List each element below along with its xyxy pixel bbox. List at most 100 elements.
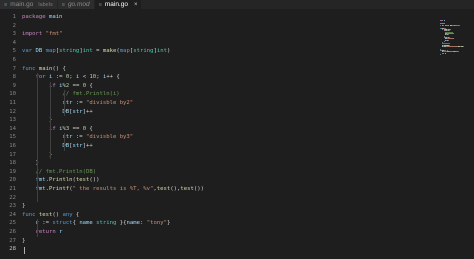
code-token: } bbox=[166, 220, 171, 227]
vertical-scrollbar[interactable] bbox=[467, 9, 474, 259]
tab-main-go[interactable]: ≡ main.go × bbox=[94, 0, 143, 9]
code-text: // fmt.Println(DB) bbox=[22, 168, 96, 176]
code-text: func test() any { bbox=[22, 211, 79, 219]
code-token: name bbox=[126, 220, 140, 227]
code-line[interactable]: 2 bbox=[0, 22, 420, 30]
line-number: 26 bbox=[9, 229, 16, 235]
code-token: test bbox=[156, 186, 171, 192]
code-line[interactable]: 5 var DB map[string]int = make(map[string… bbox=[0, 47, 420, 55]
line-number: 3 bbox=[12, 31, 16, 38]
code-token: map bbox=[45, 48, 56, 55]
line-number: 12 bbox=[9, 108, 16, 115]
code-token: := bbox=[72, 134, 87, 141]
code-token: ()) bbox=[89, 177, 100, 184]
code-line[interactable]: 1 package main bbox=[0, 13, 420, 21]
line-number: 22 bbox=[9, 194, 16, 201]
code-line[interactable]: 26 return r bbox=[0, 228, 420, 236]
indent-guide bbox=[50, 81, 52, 160]
code-token: r bbox=[59, 229, 63, 235]
code-line[interactable]: 18 } bbox=[0, 159, 420, 167]
code-line[interactable]: 7 func main() { bbox=[0, 65, 420, 73]
code-token: var bbox=[22, 48, 33, 55]
code-line[interactable]: 25 r := struct{ name string }{name: "ton… bbox=[0, 219, 420, 227]
code-line[interactable]: 6 bbox=[0, 56, 420, 64]
code-token: map bbox=[119, 48, 130, 55]
code-token: "divisble by3" bbox=[86, 134, 134, 141]
text-cursor bbox=[24, 247, 25, 254]
minimap-segment bbox=[448, 34, 450, 36]
code-line[interactable]: 3 import "fmt" bbox=[0, 30, 420, 38]
code-line[interactable]: 8 for i := 0; i < 10; i++ { bbox=[0, 73, 420, 81]
tab-main-go-labels[interactable]: ≡ main.go labels bbox=[0, 0, 58, 9]
code-token: ]++ bbox=[82, 143, 93, 149]
code-token: == bbox=[69, 125, 83, 132]
code-line[interactable]: 19 // fmt.Println(DB) bbox=[0, 168, 420, 176]
line-number: 18 bbox=[9, 160, 16, 167]
code-token: // fmt.Println(i) bbox=[62, 91, 120, 98]
code-token: test bbox=[75, 177, 90, 184]
code-token: { bbox=[72, 211, 80, 218]
code-token: string bbox=[96, 220, 117, 227]
code-token: string bbox=[59, 48, 80, 55]
minimap-segment bbox=[446, 46, 458, 47]
code-token: package bbox=[22, 14, 46, 20]
code-token: string bbox=[133, 48, 154, 55]
tab-bar: ≡ main.go labels ≡ go.mod ≡ main.go × bbox=[0, 0, 474, 9]
close-icon[interactable]: × bbox=[134, 2, 138, 8]
code-text: if i%3 == 0 { bbox=[22, 125, 93, 133]
line-number: 14 bbox=[9, 125, 16, 132]
code-token: "fmt" bbox=[45, 31, 63, 38]
code-token: := bbox=[72, 100, 87, 106]
minimap[interactable] bbox=[440, 20, 466, 56]
code-token: < bbox=[79, 74, 90, 81]
tab-description: labels bbox=[38, 1, 53, 8]
code-token: ]++ bbox=[82, 108, 93, 115]
tab-label: go.mod bbox=[67, 1, 90, 8]
indent-guide bbox=[63, 133, 65, 151]
code-text: return r bbox=[22, 228, 62, 236]
tab-label: main.go bbox=[104, 1, 128, 8]
code-token: main bbox=[38, 65, 53, 72]
code-line[interactable]: 21 fmt.Printf(" the results is %T, %v",t… bbox=[0, 185, 420, 193]
code-editor[interactable]: 1 package main 2 3 import "fmt" 4 5 var DB map[… bbox=[0, 13, 474, 259]
code-line[interactable]: 27} bbox=[0, 237, 420, 245]
code-text: DB[str]++ bbox=[22, 142, 93, 150]
line-number: 17 bbox=[9, 151, 16, 158]
code-line[interactable]: 9 if i%2 == 0 { bbox=[0, 82, 420, 90]
code-token: " the results is %T, %v" bbox=[72, 186, 154, 192]
code-token: // fmt.Println(DB) bbox=[35, 168, 97, 175]
code-line[interactable]: 13 } bbox=[0, 116, 420, 124]
code-token: (), bbox=[170, 186, 181, 192]
line-number: 13 bbox=[9, 117, 16, 124]
code-text: } bbox=[22, 237, 25, 245]
code-token: ; bbox=[96, 74, 103, 81]
code-token: : bbox=[139, 220, 147, 227]
code-line[interactable]: 17 } bbox=[0, 151, 420, 159]
code-line[interactable]: 20 fmt.Println(test()) bbox=[0, 176, 420, 184]
line-number: 7 bbox=[12, 65, 16, 72]
line-number: 10 bbox=[9, 91, 16, 98]
go-file-icon: ≡ bbox=[61, 1, 65, 8]
code-line[interactable]: 22 bbox=[0, 194, 420, 202]
line-number: 19 bbox=[9, 168, 16, 175]
code-line[interactable]: 24 func test() any { bbox=[0, 211, 420, 219]
code-text: } bbox=[22, 202, 25, 210]
code-line[interactable]: 4 bbox=[0, 39, 420, 47]
code-line[interactable]: 14 if i%3 == 0 { bbox=[0, 125, 420, 133]
code-token: str bbox=[72, 143, 83, 149]
code-token: == bbox=[69, 82, 83, 89]
code-line[interactable]: 28 bbox=[0, 245, 420, 253]
code-text: str := "divisble by2" bbox=[22, 99, 133, 107]
code-line[interactable]: 23} bbox=[0, 202, 420, 210]
line-number: 1 bbox=[12, 14, 16, 20]
tab-label: main.go bbox=[10, 1, 34, 8]
tab-go-mod[interactable]: ≡ go.mod bbox=[57, 0, 95, 9]
minimap-segment bbox=[449, 29, 452, 31]
